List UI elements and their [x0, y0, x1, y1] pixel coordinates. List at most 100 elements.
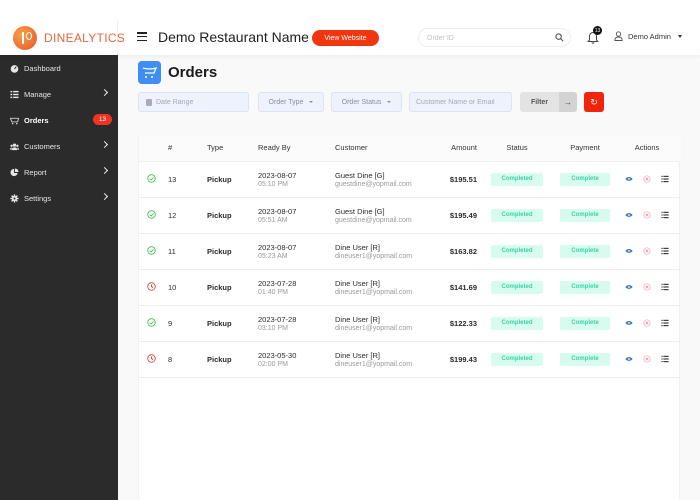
table-row[interactable]: 11 Pickup 2023-08-07 05:23 AM Dine User …: [139, 233, 681, 270]
cancel-icon[interactable]: [643, 175, 651, 183]
list-details-icon[interactable]: [661, 247, 669, 255]
order-type: Pickup: [207, 197, 258, 234]
ready-date: 2023-05-30: [258, 350, 297, 360]
user-name: Demo Admin: [628, 31, 671, 41]
check-circle-icon: [147, 209, 156, 219]
table-row[interactable]: 9 Pickup 2023-07-28 03:10 PM Dine User […: [139, 305, 681, 342]
filter-button[interactable]: Filter →: [520, 92, 577, 112]
customer-name: Guest Dine [G]: [335, 170, 385, 180]
sidebar-item-dashboard[interactable]: Dashboard: [0, 55, 118, 81]
user-icon: [614, 31, 623, 41]
order-number: 9: [168, 305, 207, 342]
payment-badge: Complete: [560, 208, 610, 222]
status-badge: Completed: [491, 172, 543, 186]
eye-icon[interactable]: [625, 355, 633, 363]
col-customer: Customer: [335, 135, 430, 162]
orders-count-badge: 13: [93, 114, 112, 125]
list-details-icon[interactable]: [661, 319, 669, 327]
arrow-right-icon: →: [559, 92, 577, 112]
customer-name: Dine User [R]: [335, 350, 381, 360]
order-amount: $195.51: [430, 161, 477, 198]
sidebar-item-report[interactable]: Report: [0, 159, 118, 185]
pie-chart-icon: [10, 167, 19, 176]
payment-badge: Complete: [560, 316, 610, 330]
status-badge: Completed: [491, 280, 543, 294]
orders-table: # Type Ready By Customer Amount Status P…: [139, 135, 681, 378]
cancel-icon[interactable]: [643, 247, 651, 255]
sidebar: Dashboard Manage Orders 13 Customers Rep…: [0, 55, 118, 500]
user-menu[interactable]: Demo Admin: [614, 31, 682, 41]
customer-name: Dine User [R]: [335, 278, 381, 288]
eye-icon[interactable]: [625, 175, 633, 183]
table-row[interactable]: 8 Pickup 2023-05-30 02:00 PM Dine User […: [139, 341, 681, 378]
customer-search-input[interactable]: [416, 98, 511, 106]
ready-time: 05:23 AM: [258, 252, 288, 260]
col-ready-by: Ready By: [258, 135, 335, 162]
customer-email: guestdine@yopmail.com: [335, 216, 412, 224]
chevron-down-icon: [677, 34, 682, 38]
eye-icon[interactable]: [625, 283, 633, 291]
ready-date: 2023-07-28: [258, 278, 297, 288]
cancel-icon[interactable]: [643, 319, 651, 327]
users-icon: [10, 143, 19, 150]
logo-icon: [13, 25, 37, 50]
table-row[interactable]: 13 Pickup 2023-08-07 05:10 PM Guest Dine…: [139, 161, 681, 198]
order-type: Pickup: [207, 233, 258, 270]
cancel-icon[interactable]: [643, 283, 651, 291]
order-number: 10: [168, 269, 207, 306]
order-number: 11: [168, 233, 207, 270]
list-details-icon[interactable]: [661, 283, 669, 291]
list-details-icon[interactable]: [661, 355, 669, 363]
table-row[interactable]: 10 Pickup 2023-07-28 01:40 PM Dine User …: [139, 269, 681, 306]
eye-icon[interactable]: [625, 319, 633, 327]
check-circle-icon: [147, 317, 156, 327]
sidebar-item-manage[interactable]: Manage: [0, 81, 118, 107]
order-type-select[interactable]: Order Type: [258, 92, 324, 112]
refresh-icon: ↻: [590, 96, 598, 107]
restaurant-name: Demo Restaurant Name: [158, 29, 309, 45]
brand-logo[interactable]: DINEALYTICS: [0, 20, 125, 55]
order-status-select[interactable]: Order Status: [331, 92, 402, 112]
customer-name: Dine User [R]: [335, 314, 381, 324]
table-row[interactable]: 12 Pickup 2023-08-07 05:51 AM Guest Dine…: [139, 197, 681, 234]
ready-time: 03:10 PM: [258, 324, 288, 332]
customer-filter[interactable]: [409, 92, 512, 112]
sidebar-item-settings[interactable]: Settings: [0, 185, 118, 211]
ready-date: 2023-08-07: [258, 206, 297, 216]
payment-badge: Complete: [560, 352, 610, 366]
date-range-filter[interactable]: [138, 92, 249, 112]
calendar-icon: [146, 98, 152, 106]
order-search[interactable]: [418, 28, 571, 47]
order-number: 8: [168, 341, 207, 378]
app: DINEALYTICS Demo Restaurant Name View We…: [0, 0, 700, 500]
payment-badge: Complete: [560, 244, 610, 258]
list-details-icon[interactable]: [661, 175, 669, 183]
eye-icon[interactable]: [625, 247, 633, 255]
eye-icon[interactable]: [625, 211, 633, 219]
orders-table-card: # Type Ready By Customer Amount Status P…: [138, 135, 681, 500]
cancel-icon[interactable]: [643, 211, 651, 219]
order-type: Pickup: [207, 269, 258, 306]
view-website-button[interactable]: View Website: [312, 30, 379, 46]
order-id-input[interactable]: [427, 32, 552, 44]
payment-badge: Complete: [560, 172, 610, 186]
top-header: DINEALYTICS Demo Restaurant Name View We…: [0, 20, 700, 55]
order-number: 13: [168, 161, 207, 198]
search-icon[interactable]: [555, 33, 564, 42]
order-amount: $163.82: [430, 233, 477, 270]
sidebar-item-customers[interactable]: Customers: [0, 133, 118, 159]
chevron-right-icon: [100, 140, 109, 149]
date-range-input[interactable]: [156, 98, 248, 106]
page-title: Orders: [168, 64, 218, 81]
reset-button[interactable]: ↻: [584, 92, 604, 112]
order-amount: $195.49: [430, 197, 477, 234]
order-amount: $141.69: [430, 269, 477, 306]
customer-email: dineuser1@yopmail.com: [335, 324, 413, 332]
customer-email: dineuser1@yopmail.com: [335, 252, 413, 260]
list-details-icon[interactable]: [661, 211, 669, 219]
cancel-icon[interactable]: [643, 355, 651, 363]
ready-time: 05:51 AM: [258, 216, 288, 224]
sidebar-item-orders[interactable]: Orders 13: [0, 107, 118, 133]
menu-toggle-icon[interactable]: [137, 32, 147, 41]
ready-date: 2023-07-28: [258, 314, 297, 324]
